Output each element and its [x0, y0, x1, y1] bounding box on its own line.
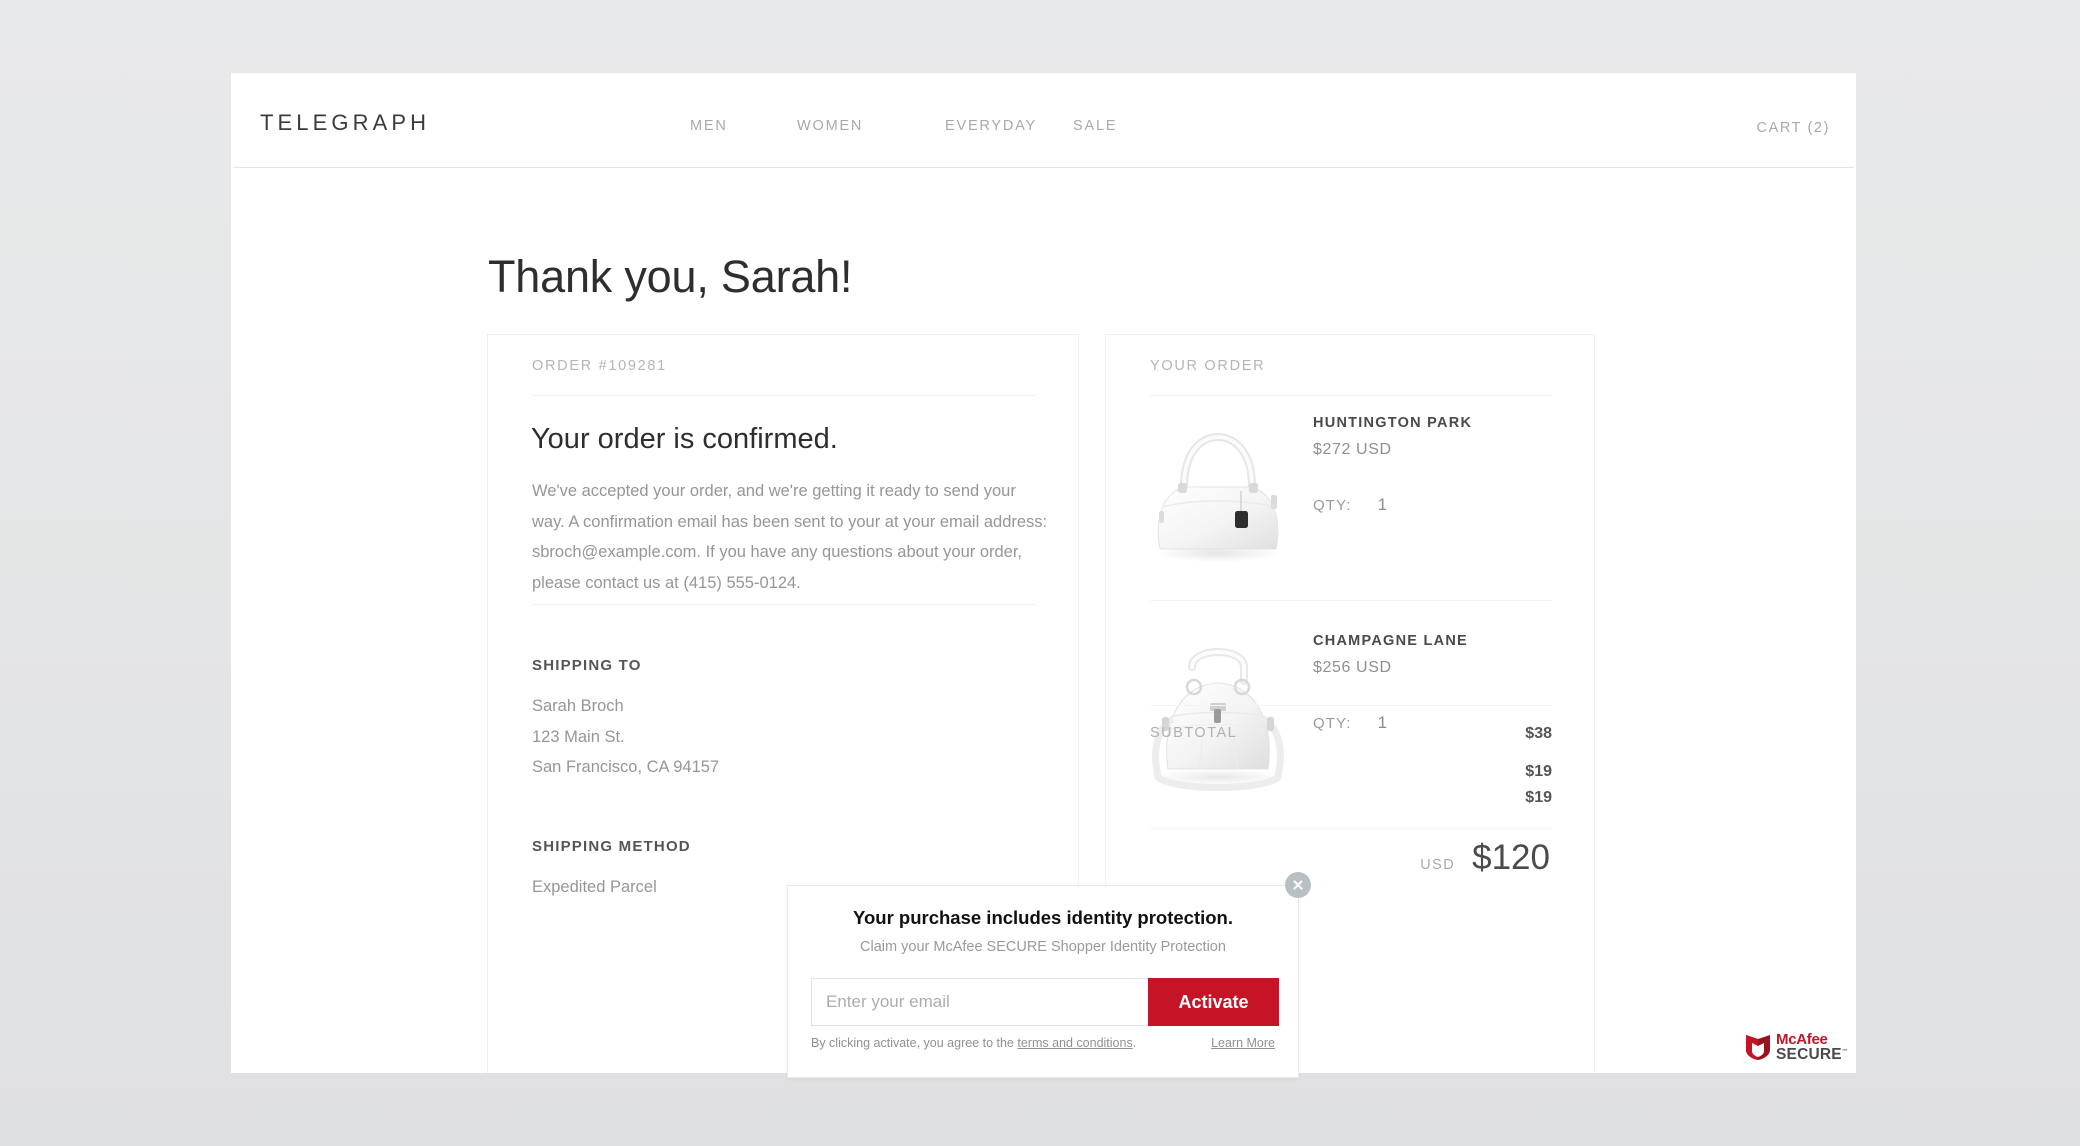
- trademark-symbol: ™: [1841, 1048, 1848, 1055]
- identity-protection-popup: Your purchase includes identity protecti…: [787, 872, 1311, 1078]
- qty-value: 1: [1377, 495, 1388, 514]
- activate-button[interactable]: Activate: [1148, 978, 1279, 1026]
- page-title: Thank you, Sarah!: [488, 251, 853, 302]
- primary-nav: MEN WOMEN EVERYDAY SALE: [690, 118, 1163, 134]
- order-number: ORDER #109281: [532, 358, 667, 374]
- product-info: HUNTINGTON PARK $272 USD QTY: 1: [1313, 415, 1563, 515]
- badge-brand: McAfee: [1776, 1030, 1828, 1048]
- divider: [1150, 395, 1552, 396]
- summary-row-value: $19: [1525, 763, 1552, 780]
- product-name: HUNTINGTON PARK: [1313, 415, 1473, 431]
- badge-text: McAfee SECURE™: [1776, 1032, 1848, 1063]
- grand-total-amount: $120: [1472, 838, 1550, 877]
- summary-row-value: $38: [1525, 725, 1552, 742]
- product-price: $256 USD: [1313, 659, 1392, 676]
- summary-row-subtotal: SUBTOTAL $38: [1150, 725, 1552, 751]
- cart-link[interactable]: CART (2): [1757, 120, 1831, 136]
- shipping-method-value: Expedited Parcel: [532, 878, 657, 896]
- email-input[interactable]: [811, 978, 1148, 1026]
- summary-row-label: SUBTOTAL: [1150, 725, 1238, 741]
- badge-word: SECURE™: [1776, 1047, 1848, 1063]
- terms-text: By clicking activate, you agree to the t…: [811, 1036, 1136, 1050]
- grand-total: USD $120: [1420, 838, 1550, 878]
- terms-and-conditions-link[interactable]: terms and conditions: [1017, 1036, 1132, 1050]
- summary-row-taxes: $19: [1150, 789, 1552, 815]
- divider: [532, 604, 1036, 605]
- product-image-huntington-park: [1132, 407, 1304, 583]
- activation-form: Activate: [811, 978, 1279, 1026]
- product-quantity: QTY: 1: [1313, 495, 1563, 515]
- summary-row-shipping: $19: [1150, 763, 1552, 789]
- confirmation-body: We've accepted your order, and we're get…: [532, 482, 1048, 592]
- summary-eyebrow: YOUR ORDER: [1150, 358, 1266, 374]
- shipping-address: Sarah Broch 123 Main St. San Francisco, …: [532, 697, 720, 776]
- divider: [532, 395, 1036, 396]
- mcafee-secure-badge[interactable]: McAfee SECURE™: [1737, 1025, 1849, 1069]
- popup-subtitle: Claim your McAfee SECURE Shopper Identit…: [860, 939, 1226, 955]
- nav-item-everyday[interactable]: EVERYDAY: [945, 118, 1073, 134]
- popup-title: Your purchase includes identity protecti…: [853, 907, 1233, 928]
- product-price: $272 USD: [1313, 441, 1392, 458]
- grand-total-currency: USD: [1420, 857, 1456, 873]
- summary-row-value: $19: [1525, 789, 1552, 806]
- divider: [1150, 705, 1552, 706]
- shield-icon: [1746, 1035, 1770, 1060]
- qty-label: QTY:: [1313, 497, 1352, 514]
- close-icon[interactable]: [1285, 872, 1311, 898]
- confirmation-heading: Your order is confirmed.: [531, 423, 838, 455]
- shipping-method-label: SHIPPING METHOD: [532, 838, 691, 855]
- brand-logo[interactable]: TELEGRAPH: [260, 110, 430, 136]
- terms-prefix: By clicking activate, you agree to the: [811, 1036, 1018, 1050]
- divider: [1150, 828, 1552, 829]
- badge-word-text: SECURE: [1776, 1045, 1842, 1063]
- nav-item-men[interactable]: MEN: [690, 118, 797, 134]
- shipping-to-label: SHIPPING TO: [532, 657, 642, 674]
- nav-item-sale[interactable]: SALE: [1073, 118, 1163, 134]
- site-header: TELEGRAPH MEN WOMEN EVERYDAY SALE CART (…: [233, 73, 1854, 168]
- learn-more-link[interactable]: Learn More: [1211, 1036, 1275, 1050]
- divider: [1150, 600, 1552, 601]
- terms-suffix: .: [1132, 1036, 1137, 1050]
- nav-item-women[interactable]: WOMEN: [797, 118, 945, 134]
- product-info: CHAMPAGNE LANE $256 USD QTY: 1: [1313, 633, 1563, 733]
- list-item[interactable]: HUNTINGTON PARK $272 USD QTY: 1: [1132, 407, 1572, 585]
- product-name: CHAMPAGNE LANE: [1313, 633, 1468, 649]
